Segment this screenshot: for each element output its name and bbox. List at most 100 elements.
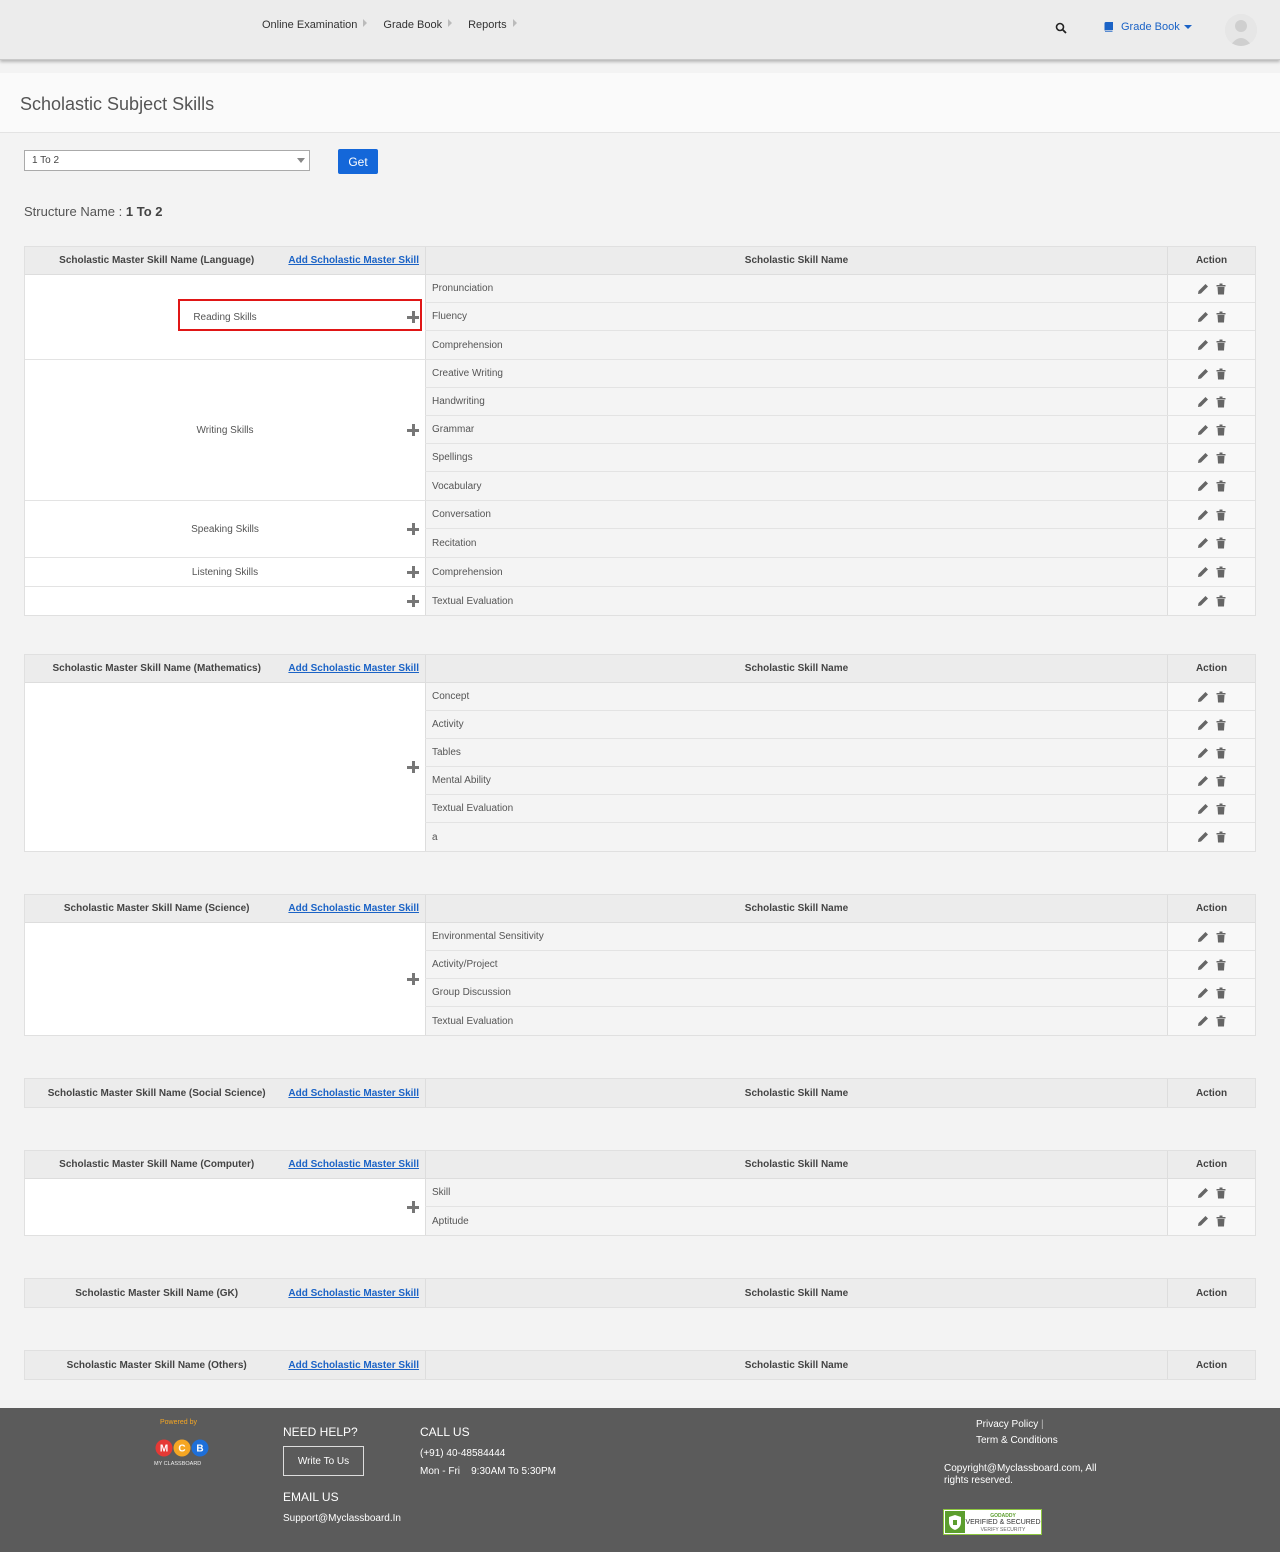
skill-name: Creative Writing bbox=[425, 360, 1167, 387]
trash-icon[interactable] bbox=[1215, 424, 1227, 436]
pencil-icon[interactable] bbox=[1197, 1215, 1209, 1227]
trash-icon[interactable] bbox=[1215, 931, 1227, 943]
trash-icon[interactable] bbox=[1215, 311, 1227, 323]
add-master-skill-link[interactable]: Add Scholastic Master Skill bbox=[288, 1288, 419, 1299]
skill-name: Activity bbox=[425, 711, 1167, 738]
trash-icon[interactable] bbox=[1215, 719, 1227, 731]
nav-reports[interactable]: Reports bbox=[460, 12, 525, 38]
group-unnamed: Environmental Sensitivity Activity/Proje… bbox=[25, 923, 1255, 1035]
trash-icon[interactable] bbox=[1215, 747, 1227, 759]
nav-online-examination[interactable]: Online Examination bbox=[254, 12, 375, 38]
pencil-icon[interactable] bbox=[1197, 719, 1209, 731]
plus-icon[interactable] bbox=[407, 523, 419, 535]
row-actions bbox=[1167, 501, 1255, 528]
row-actions bbox=[1167, 587, 1255, 615]
pencil-icon[interactable] bbox=[1197, 1015, 1209, 1027]
master-skill-header: Scholastic Master Skill Name (Science) bbox=[63, 903, 250, 914]
trash-icon[interactable] bbox=[1215, 959, 1227, 971]
pencil-icon[interactable] bbox=[1197, 452, 1209, 464]
trash-icon[interactable] bbox=[1215, 509, 1227, 521]
godaddy-seal[interactable]: GODADDY VERIFIED & SECURED VERIFY SECURI… bbox=[943, 1509, 1047, 1535]
trash-icon[interactable] bbox=[1215, 1187, 1227, 1199]
pencil-icon[interactable] bbox=[1197, 595, 1209, 607]
terms-link[interactable]: Term & Conditions bbox=[976, 1435, 1058, 1446]
pencil-icon[interactable] bbox=[1197, 283, 1209, 295]
trash-icon[interactable] bbox=[1215, 1015, 1227, 1027]
pencil-icon[interactable] bbox=[1197, 691, 1209, 703]
table-row: Textual Evaluation bbox=[425, 587, 1255, 615]
email-us-heading: EMAIL US bbox=[283, 1490, 339, 1504]
table-header: Scholastic Master Skill Name (Science) Ad… bbox=[25, 895, 1255, 923]
row-actions bbox=[1167, 416, 1255, 443]
table-header: Scholastic Master Skill Name (Language) A… bbox=[25, 247, 1255, 275]
plus-icon[interactable] bbox=[407, 566, 419, 578]
pencil-icon[interactable] bbox=[1197, 987, 1209, 999]
skill-name: Grammar bbox=[425, 416, 1167, 443]
add-master-skill-link[interactable]: Add Scholastic Master Skill bbox=[288, 255, 419, 266]
table-header: Scholastic Master Skill Name (Social Sci… bbox=[25, 1079, 1255, 1107]
skill-name: Textual Evaluation bbox=[425, 587, 1167, 615]
write-to-us-button[interactable]: Write To Us bbox=[283, 1446, 364, 1476]
add-master-skill-link[interactable]: Add Scholastic Master Skill bbox=[288, 1159, 419, 1170]
skill-name-header: Scholastic Skill Name bbox=[425, 655, 1167, 682]
trash-icon[interactable] bbox=[1215, 283, 1227, 295]
skill-name: Comprehension bbox=[425, 331, 1167, 359]
add-master-skill-link[interactable]: Add Scholastic Master Skill bbox=[288, 903, 419, 914]
plus-icon[interactable] bbox=[407, 1201, 419, 1213]
pencil-icon[interactable] bbox=[1197, 931, 1209, 943]
plus-icon[interactable] bbox=[407, 424, 419, 436]
main-nav: Online Examination Grade Book Reports bbox=[254, 12, 525, 38]
add-master-skill-link[interactable]: Add Scholastic Master Skill bbox=[288, 663, 419, 674]
trash-icon[interactable] bbox=[1215, 987, 1227, 999]
trash-icon[interactable] bbox=[1215, 339, 1227, 351]
trash-icon[interactable] bbox=[1215, 452, 1227, 464]
action-header: Action bbox=[1167, 1151, 1255, 1178]
plus-icon[interactable] bbox=[407, 973, 419, 985]
pencil-icon[interactable] bbox=[1197, 537, 1209, 549]
structure-select[interactable]: 1 To 2 bbox=[24, 150, 310, 171]
pencil-icon[interactable] bbox=[1197, 509, 1209, 521]
nav-grade-book[interactable]: Grade Book bbox=[375, 12, 460, 38]
row-actions bbox=[1167, 275, 1255, 302]
trash-icon[interactable] bbox=[1215, 537, 1227, 549]
trash-icon[interactable] bbox=[1215, 1215, 1227, 1227]
pencil-icon[interactable] bbox=[1197, 311, 1209, 323]
search-icon[interactable] bbox=[1055, 22, 1067, 34]
pencil-icon[interactable] bbox=[1197, 566, 1209, 578]
pencil-icon[interactable] bbox=[1197, 396, 1209, 408]
pencil-icon[interactable] bbox=[1197, 831, 1209, 843]
row-actions bbox=[1167, 795, 1255, 822]
trash-icon[interactable] bbox=[1215, 396, 1227, 408]
pencil-icon[interactable] bbox=[1197, 775, 1209, 787]
skill-name-header: Scholastic Skill Name bbox=[425, 1151, 1167, 1178]
table-row: Skill bbox=[425, 1179, 1255, 1207]
pencil-icon[interactable] bbox=[1197, 480, 1209, 492]
avatar[interactable] bbox=[1225, 14, 1257, 46]
trash-icon[interactable] bbox=[1215, 691, 1227, 703]
pencil-icon[interactable] bbox=[1197, 368, 1209, 380]
privacy-policy-link[interactable]: Privacy Policy | bbox=[976, 1419, 1044, 1430]
gradebook-dropdown[interactable]: Grade Book bbox=[1104, 21, 1192, 33]
plus-icon[interactable] bbox=[407, 761, 419, 773]
trash-icon[interactable] bbox=[1215, 803, 1227, 815]
master-skill-header: Scholastic Master Skill Name (GK) bbox=[75, 1287, 239, 1299]
pencil-icon[interactable] bbox=[1197, 339, 1209, 351]
trash-icon[interactable] bbox=[1215, 595, 1227, 607]
pencil-icon[interactable] bbox=[1197, 747, 1209, 759]
pencil-icon[interactable] bbox=[1197, 1187, 1209, 1199]
row-actions bbox=[1167, 923, 1255, 950]
trash-icon[interactable] bbox=[1215, 831, 1227, 843]
get-button[interactable]: Get bbox=[338, 149, 378, 174]
add-master-skill-link[interactable]: Add Scholastic Master Skill bbox=[288, 1088, 419, 1099]
plus-icon[interactable] bbox=[407, 595, 419, 607]
add-master-skill-link[interactable]: Add Scholastic Master Skill bbox=[288, 1360, 419, 1371]
trash-icon[interactable] bbox=[1215, 368, 1227, 380]
trash-icon[interactable] bbox=[1215, 566, 1227, 578]
trash-icon[interactable] bbox=[1215, 480, 1227, 492]
trash-icon[interactable] bbox=[1215, 775, 1227, 787]
pencil-icon[interactable] bbox=[1197, 959, 1209, 971]
group-listening-skills: Listening Skills Comprehension bbox=[25, 558, 1255, 587]
pencil-icon[interactable] bbox=[1197, 424, 1209, 436]
support-email[interactable]: Support@Myclassboard.In bbox=[283, 1513, 401, 1524]
pencil-icon[interactable] bbox=[1197, 803, 1209, 815]
